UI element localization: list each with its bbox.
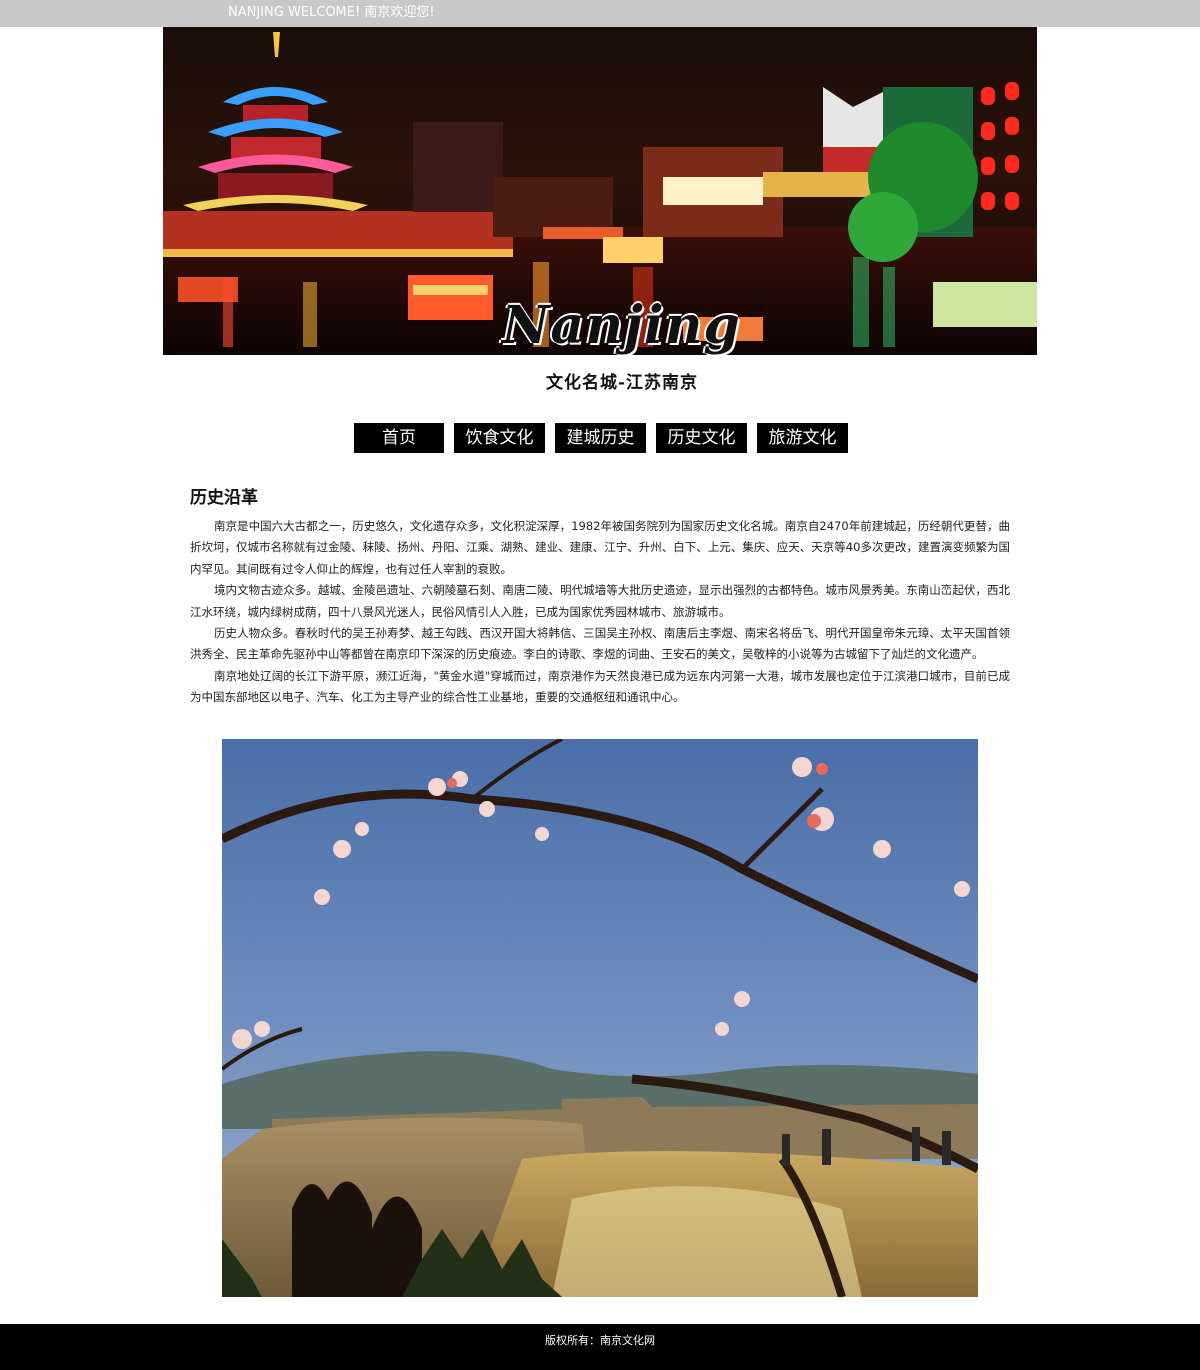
nav-item-history-culture[interactable]: 历史文化: [656, 423, 747, 453]
nav-item-city-history[interactable]: 建城历史: [555, 423, 646, 453]
welcome-text: NANJING WELCOME! 南京欢迎您!: [228, 5, 435, 20]
site-slogan: 文化名城-江苏南京: [546, 373, 699, 393]
top-welcome-bar: NANJING WELCOME! 南京欢迎您!: [0, 0, 1200, 27]
copyright-text: 版权所有：南京文化网: [545, 1334, 655, 1347]
article-photo: [222, 739, 978, 1297]
site-logo[interactable]: Nanjing: [502, 296, 741, 356]
article-section: 历史沿革 南京是中国六大古都之一，历史悠久，文化遗存众多，文化积淀深厚，1982…: [190, 486, 1010, 709]
nav-item-travel-culture[interactable]: 旅游文化: [757, 423, 848, 453]
nav-item-food-culture[interactable]: 饮食文化: [454, 423, 545, 453]
city-wall-gate-photo-icon: [222, 739, 978, 1297]
article-paragraph: 境内文物古迹众多。越城、金陵邑遗址、六朝陵墓石刻、南唐二陵、明代城墙等大批历史遗…: [190, 583, 1010, 619]
article-paragraph: 历史人物众多。春秋时代的吴王孙寿梦、越王勾践、西汉开国大将韩信、三国吴主孙权、南…: [190, 626, 1010, 662]
article-paragraph: 南京是中国六大古都之一，历史悠久，文化遗存众多，文化积淀深厚，1982年被国务院…: [190, 519, 1010, 576]
site-footer: 版权所有：南京文化网: [0, 1324, 1200, 1370]
article-title: 历史沿革: [190, 488, 258, 508]
article-paragraph: 南京地处辽阔的长江下游平原，濒江近海，"黄金水道"穿城而过，南京港作为天然良港已…: [190, 668, 1010, 705]
main-nav: 首页 饮食文化 建城历史 历史文化 旅游文化: [354, 423, 848, 453]
nav-item-home[interactable]: 首页: [354, 423, 444, 453]
